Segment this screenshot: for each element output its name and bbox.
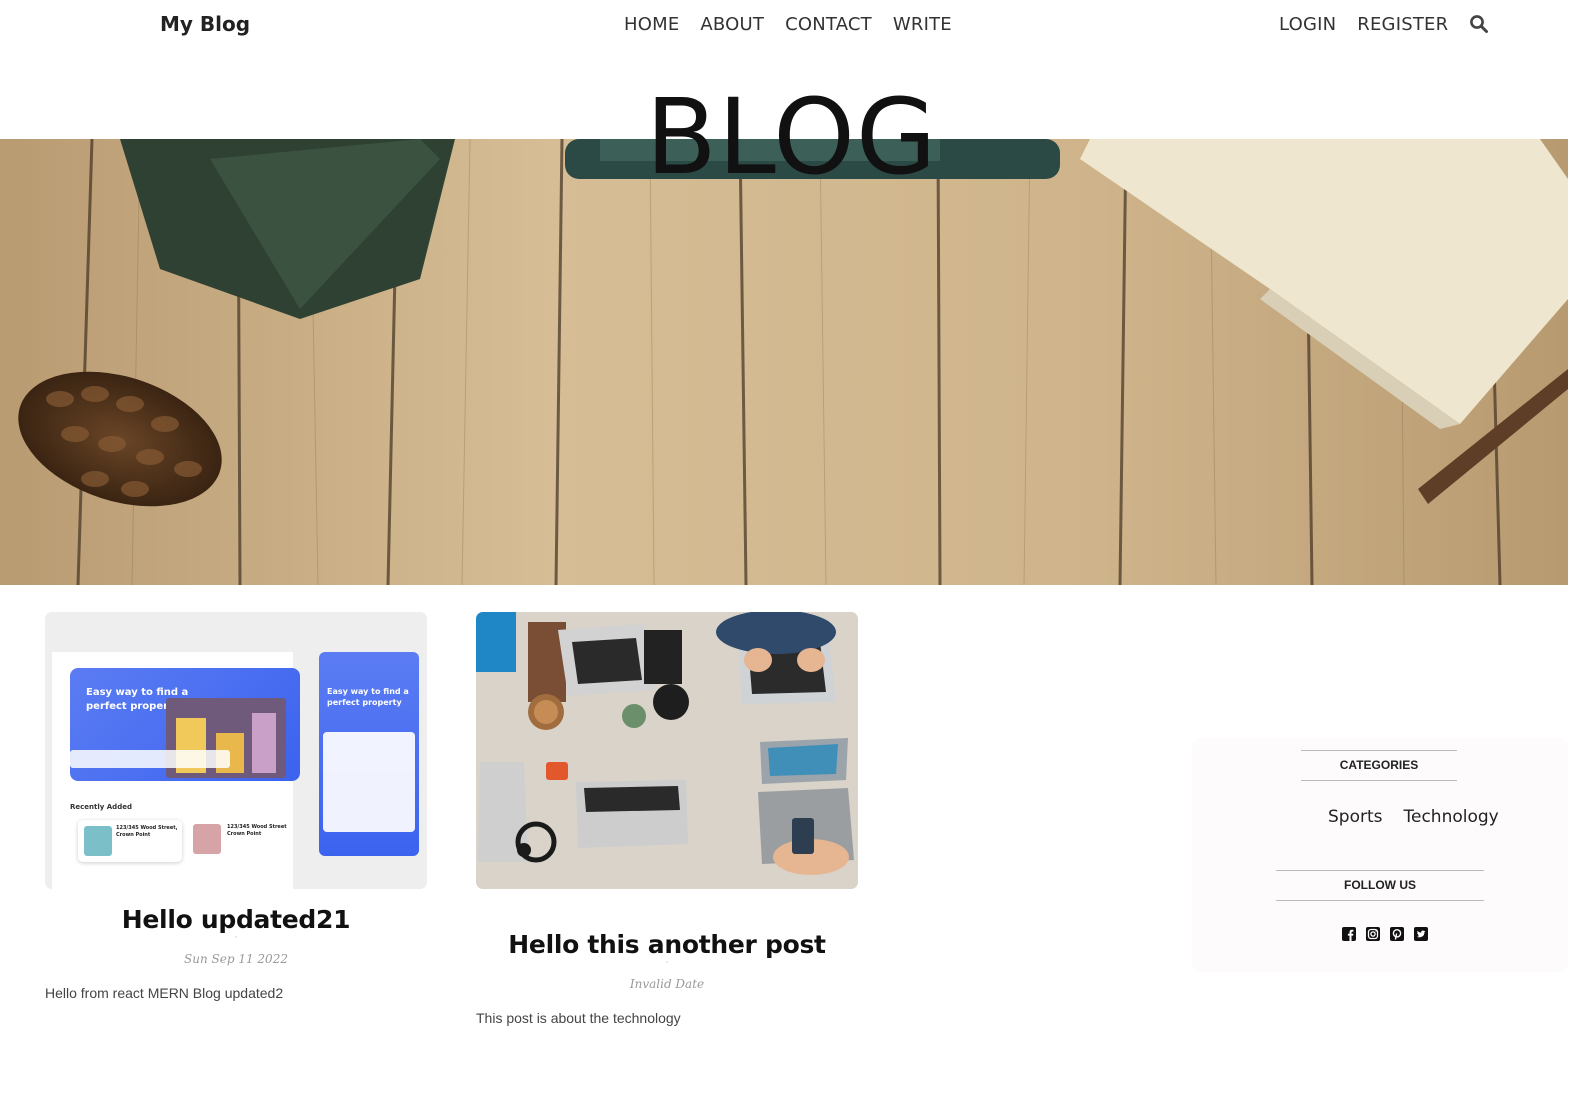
nav-about[interactable]: ABOUT [700,14,764,35]
category-item-sports[interactable]: Sports [1328,807,1383,827]
post-image[interactable] [476,612,858,889]
post-image[interactable]: Easy way to find a perfect property Rece… [45,612,427,889]
thumb-headline: Easy way to find a [86,687,189,698]
pinterest-icon[interactable] [1390,926,1404,941]
thumb-listing-1: 123/345 Wood Street, Crown Point [78,820,182,862]
category-item-technology[interactable]: Technology [1404,807,1499,827]
post-card: Hello this another post · Invalid Date T… [476,612,858,1026]
follow-us-title: FOLLOW US [1276,870,1484,901]
post-card: Easy way to find a perfect property Rece… [45,612,427,1001]
post-description: Hello from react MERN Blog updated2 [45,985,284,1001]
categories-title: CATEGORIES [1301,750,1457,781]
thumb-section-title: Recently Added [70,803,132,811]
hero-title: BLOG [645,76,938,198]
nav-register[interactable]: REGISTER [1357,14,1448,35]
title-underline-dot: · [665,958,669,967]
post-date: Sun Sep 11 2022 [184,952,288,966]
post-description: This post is about the technology [476,1010,681,1026]
thumb-mobile-screen: Easy way to find a perfect property [319,652,419,856]
post-title[interactable]: Hello this another post [476,930,858,959]
social-links [1342,926,1428,941]
twitter-icon[interactable] [1414,926,1428,941]
thumb-hero-banner: Easy way to find a perfect property [70,668,300,781]
thumb-desktop-screen: Easy way to find a perfect property Rece… [52,652,300,889]
title-underline-dot: · [234,933,238,942]
thumb-listing-2: 123/345 Wood Street Crown Point [193,824,293,862]
post-date: Invalid Date [629,977,705,991]
facebook-icon[interactable] [1342,926,1356,941]
auth-nav: LOGIN REGISTER [1279,14,1489,35]
hero-image [0,139,1568,585]
main-nav: HOME ABOUT CONTACT WRITE [624,14,952,35]
nav-write[interactable]: WRITE [893,14,952,35]
nav-contact[interactable]: CONTACT [785,14,872,35]
category-list: Sports Technology [1328,807,1499,827]
nav-login[interactable]: LOGIN [1279,14,1336,35]
brand-logo[interactable]: My Blog [160,12,250,36]
top-navbar: My Blog HOME ABOUT CONTACT WRITE LOGIN R… [0,0,1583,52]
search-icon[interactable] [1469,14,1489,34]
instagram-icon[interactable] [1366,926,1380,941]
post-title[interactable]: Hello updated21 [45,905,427,934]
sidebar: CATEGORIES Sports Technology FOLLOW US [1192,738,1568,972]
nav-home[interactable]: HOME [624,14,679,35]
